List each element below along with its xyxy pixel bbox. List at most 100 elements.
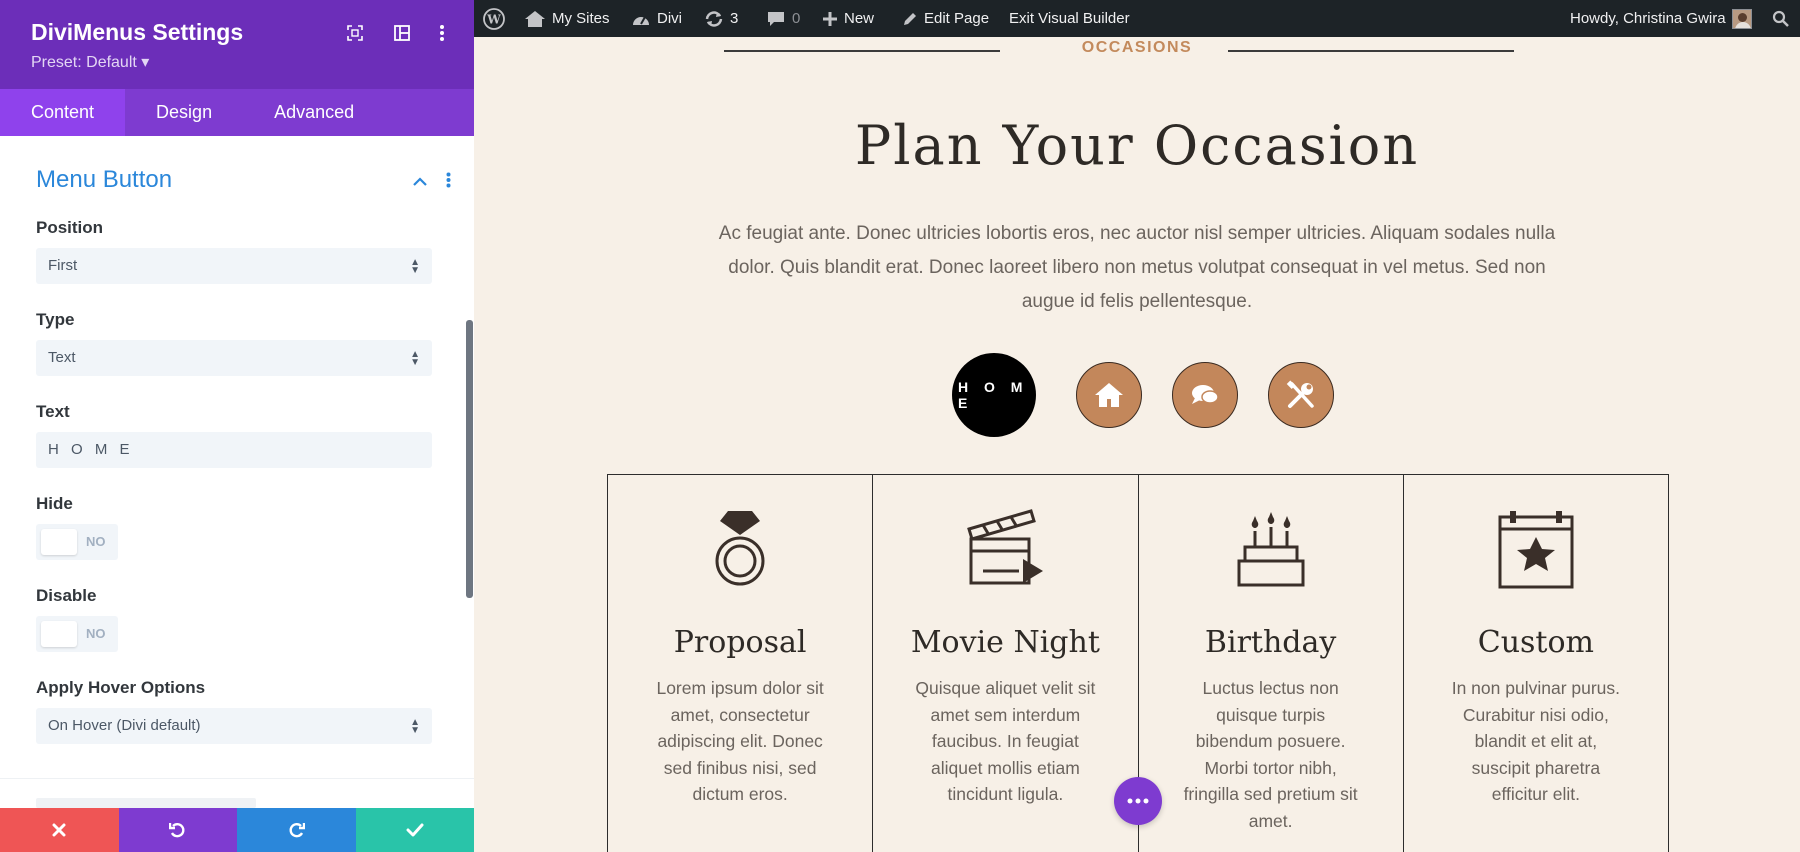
save-button[interactable]	[355, 808, 474, 852]
cancel-button[interactable]	[0, 808, 119, 852]
select-arrows-icon: ▲ ▼	[410, 717, 420, 736]
fullscreen-icon[interactable]	[344, 22, 366, 44]
occasion-card: Movie Night Quisque aliquet velit sit am…	[873, 475, 1139, 852]
panel-title: DiviMenus Settings	[31, 19, 244, 45]
tools-menu-item[interactable]	[1268, 362, 1334, 428]
disable-toggle[interactable]: NO	[36, 616, 118, 652]
card-text: In non pulvinar purus. Curabitur nisi od…	[1451, 678, 1621, 804]
occasion-card: Birthday Luctus lectus non quisque turpi…	[1139, 475, 1404, 852]
sites-icon	[525, 10, 545, 27]
select-arrows-icon: ▲ ▼	[410, 349, 420, 368]
panel-scrollbar[interactable]	[466, 320, 473, 598]
wordpress-logo-button[interactable]: W	[483, 0, 505, 37]
tools-icon	[1286, 380, 1314, 408]
exit-visual-builder-link[interactable]: Exit Visual Builder	[1009, 0, 1130, 37]
chat-menu-item[interactable]	[1172, 362, 1238, 428]
card-text: Quisque aliquet velit sit amet sem inter…	[915, 678, 1096, 804]
new-content-menu[interactable]: New	[822, 0, 874, 37]
comments-menu[interactable]: 0	[766, 0, 800, 37]
updates-menu[interactable]: 3	[704, 0, 738, 37]
card-title: Birthday	[1204, 625, 1337, 660]
tab-advanced[interactable]: Advanced	[243, 89, 385, 136]
svg-text:W: W	[486, 12, 501, 26]
collapse-chevron-icon[interactable]	[413, 174, 427, 192]
toggle-knob	[41, 529, 77, 555]
panel-footer	[0, 808, 474, 852]
edit-page-link[interactable]: Edit Page	[902, 0, 989, 37]
panel-header: DiviMenus Settings Preset: Default ▾	[0, 0, 474, 89]
howdy-label: Howdy, Christina Gwira	[1570, 10, 1726, 27]
position-value: First	[48, 257, 78, 274]
type-label: Type	[36, 310, 75, 329]
card-title: Proposal	[673, 625, 807, 660]
disable-state: NO	[86, 626, 106, 641]
hide-state: NO	[86, 534, 106, 549]
occasion-card: Proposal Lorem ipsum dolor sit amet, con…	[608, 475, 874, 852]
chat-icon	[1192, 385, 1219, 404]
tab-design[interactable]: Design	[125, 89, 243, 136]
my-sites-label: My Sites	[552, 10, 610, 27]
home-icon	[1095, 383, 1123, 407]
calendar-star-icon	[1498, 511, 1574, 589]
tab-content[interactable]: Content	[0, 89, 126, 136]
updates-count: 3	[730, 10, 739, 27]
more-options-icon[interactable]	[431, 22, 453, 44]
dashboard-gauge-icon	[633, 16, 649, 25]
type-value: Text	[48, 349, 76, 366]
type-select[interactable]: Text ▲ ▼	[36, 340, 432, 376]
checkmark-icon	[406, 823, 424, 837]
section-options-icon[interactable]	[446, 172, 451, 193]
hover-options-value: On Hover (Divi default)	[48, 717, 201, 734]
text-input[interactable]: H O M E	[36, 432, 432, 468]
divi-menu[interactable]: Divi	[631, 0, 682, 37]
admin-search-button[interactable]	[1772, 0, 1790, 37]
my-sites-menu[interactable]: My Sites	[524, 0, 610, 37]
intro-paragraph: Ac feugiat ante. Donec ultricies loborti…	[718, 223, 1556, 312]
redo-button[interactable]	[237, 808, 356, 852]
position-label: Position	[36, 218, 104, 237]
divi-label: Divi	[657, 10, 682, 27]
settings-panel: DiviMenus Settings Preset: Default ▾ Con…	[0, 0, 474, 852]
page-canvas: OCCASIONS Plan Your Occasion Ac feugiat …	[474, 37, 1800, 852]
text-label: Text	[36, 402, 70, 421]
occasion-card: Custom In non pulvinar purus. Curabitur …	[1404, 475, 1668, 852]
disable-label: Disable	[36, 586, 97, 605]
card-title: Movie Night	[910, 625, 1100, 660]
section-title[interactable]: Menu Button	[36, 166, 172, 194]
select-arrows-icon: ▲ ▼	[410, 257, 420, 276]
settings-tabs: Content Design Advanced	[0, 89, 474, 136]
ring-icon	[715, 511, 765, 586]
hide-label: Hide	[36, 494, 73, 513]
clapperboard-icon	[967, 509, 1044, 585]
new-label: New	[844, 10, 875, 27]
undo-button[interactable]	[118, 808, 237, 852]
eyebrow-text: OCCASIONS	[1081, 39, 1193, 56]
avatar	[1731, 8, 1752, 29]
ellipsis-icon	[1127, 798, 1149, 804]
next-section-header[interactable]	[36, 798, 256, 808]
layout-split-icon[interactable]	[391, 22, 413, 44]
builder-settings-fab[interactable]	[1114, 777, 1162, 825]
close-icon	[52, 823, 66, 837]
account-menu[interactable]: Howdy, Christina Gwira	[1570, 0, 1752, 37]
home-menu-item[interactable]	[1076, 362, 1142, 428]
edit-page-label: Edit Page	[924, 10, 990, 27]
admin-bar: W My Sites Divi 3 0 New Edit Page Exit V…	[474, 0, 1800, 37]
pencil-icon	[904, 12, 916, 25]
section-divider	[0, 778, 474, 779]
plus-icon	[823, 11, 837, 26]
card-title: Custom	[1477, 625, 1594, 660]
cake-icon	[1237, 512, 1305, 587]
comment-bubble-icon	[768, 11, 784, 26]
wordpress-icon: W	[483, 7, 505, 30]
preset-dropdown[interactable]: Preset: Default ▾	[31, 52, 149, 72]
hide-toggle[interactable]: NO	[36, 524, 118, 560]
home-menu-button[interactable]: H O M E	[952, 353, 1036, 437]
comments-count: 0	[792, 10, 801, 27]
card-text: Lorem ipsum dolor sit amet, consectetur …	[656, 678, 824, 804]
panel-body: Menu Button Position First ▲ ▼ Type Text …	[0, 136, 474, 808]
search-icon	[1772, 10, 1789, 27]
hover-options-select[interactable]: On Hover (Divi default) ▲ ▼	[36, 708, 432, 744]
position-select[interactable]: First ▲ ▼	[36, 248, 432, 284]
exit-builder-label: Exit Visual Builder	[1009, 10, 1130, 27]
